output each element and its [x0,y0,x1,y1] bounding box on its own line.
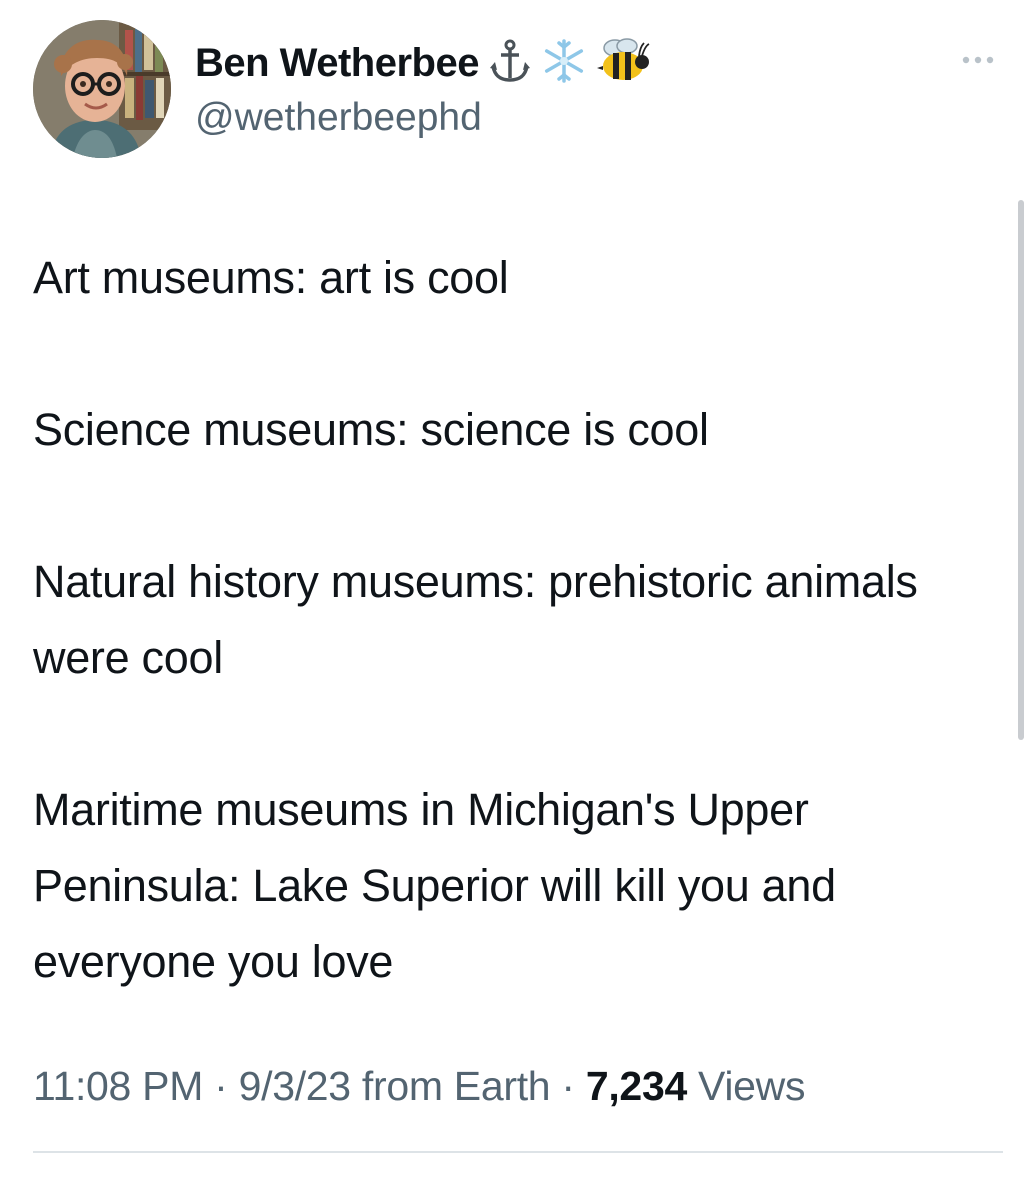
tweet-paragraph: Maritime museums in Michigan's Upper Pen… [33,784,836,987]
more-options-button[interactable] [958,50,998,70]
meta-separator: · [214,1063,228,1109]
author-name-row[interactable]: Ben Wetherbee [195,37,651,89]
views-count[interactable]: 7,234 [586,1063,687,1109]
views-label[interactable]: Views [698,1063,805,1109]
tweet-source: from Earth [361,1063,551,1109]
author-display-name[interactable]: Ben Wetherbee [195,41,479,86]
meta-separator: · [561,1063,575,1109]
tweet-meta: 11:08 PM · 9/3/23 from Earth · 7,234 Vie… [33,1063,805,1110]
anchor-icon [487,38,533,89]
avatar[interactable] [33,20,171,158]
divider [33,1151,1003,1153]
scrollbar[interactable] [1018,200,1024,740]
tweet-time[interactable]: 11:08 PM [33,1063,203,1109]
tweet-text: Art museums: art is cool Science museums… [33,240,993,1000]
tweet-paragraph: Natural history museums: prehistoric ani… [33,556,918,683]
more-horizontal-icon [962,56,994,64]
avatar-photo [33,20,171,158]
tweet-paragraph: Art museums: art is cool [33,252,509,303]
tweet-date[interactable]: 9/3/23 [239,1063,352,1109]
author-handle[interactable]: @wetherbeephd [195,96,482,140]
tweet-paragraph: Science museums: science is cool [33,404,709,455]
snowflake-icon [541,38,587,89]
bee-icon [595,37,651,89]
